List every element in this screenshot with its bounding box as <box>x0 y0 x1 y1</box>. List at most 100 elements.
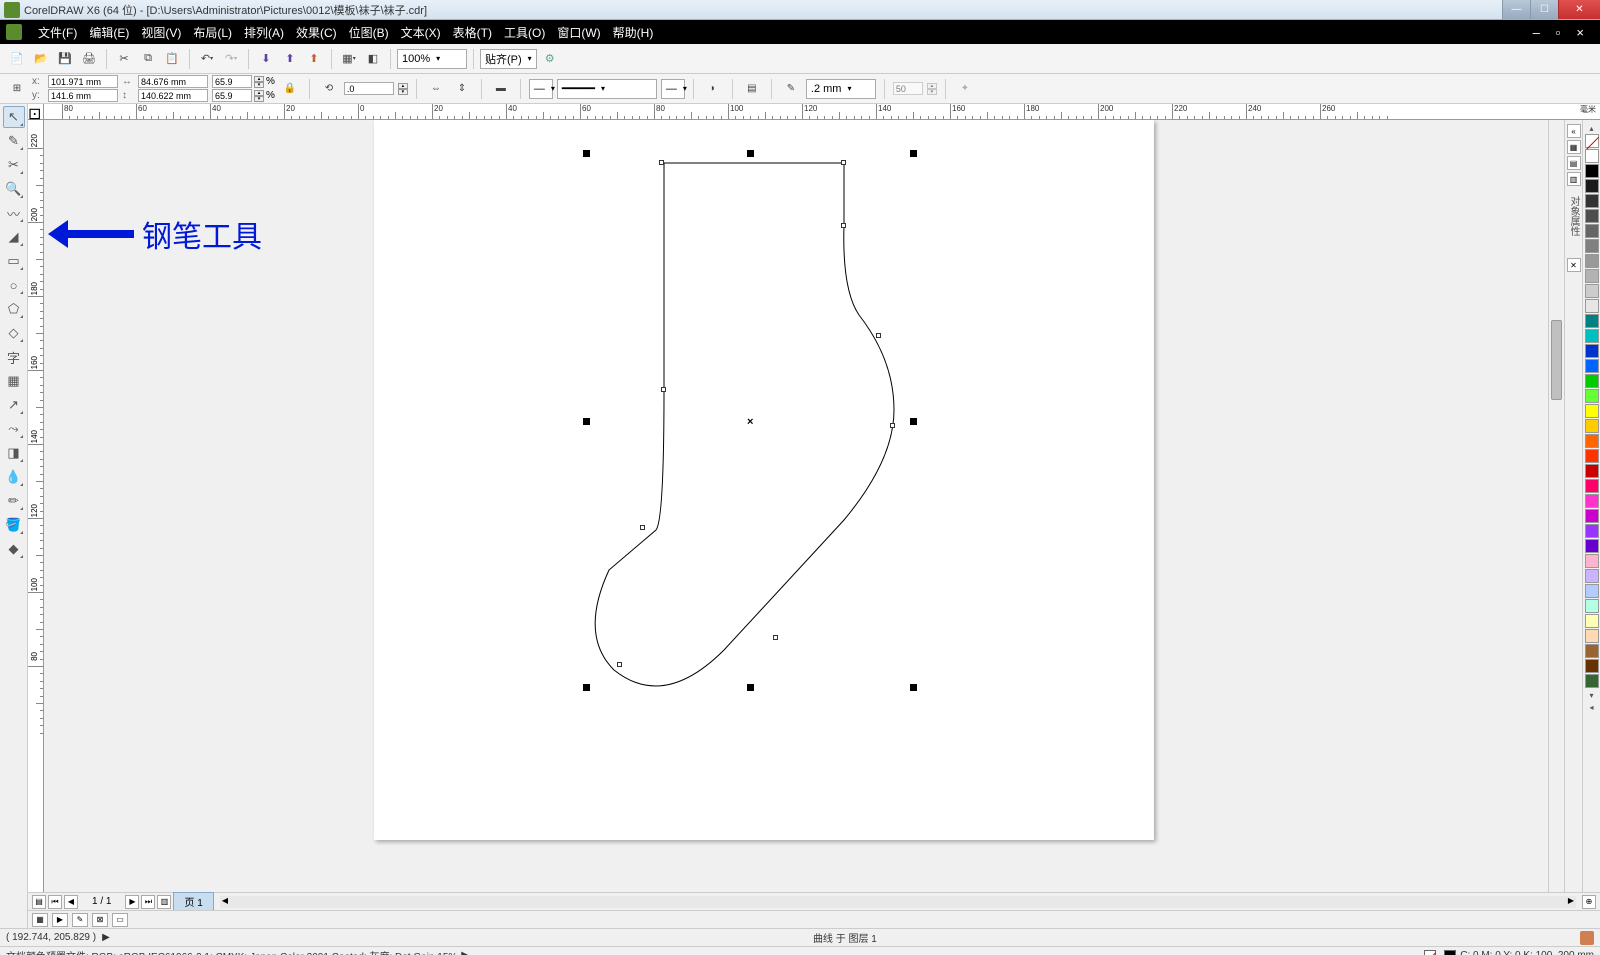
canvas[interactable]: × 钢笔工具 <box>44 120 1548 892</box>
basic-shapes-tool[interactable]: ◇ <box>3 322 25 344</box>
menu-window[interactable]: 窗口(W) <box>551 24 606 41</box>
paste-button[interactable]: 📋 <box>161 48 183 70</box>
prev-page-button[interactable]: ◀ <box>64 895 78 909</box>
view-button-1[interactable]: ▦ <box>32 913 48 927</box>
color-swatch[interactable] <box>1585 449 1599 463</box>
interactive-tool[interactable]: ◨ <box>3 442 25 464</box>
page-tab-1[interactable]: 页 1 <box>173 892 213 911</box>
last-page-button[interactable]: ⏭ <box>141 895 155 909</box>
convert-to-curves-button[interactable]: ✦ <box>954 78 976 100</box>
text-tool[interactable]: 字 <box>3 346 25 368</box>
color-swatch[interactable] <box>1585 419 1599 433</box>
copies-field[interactable]: 50 <box>893 82 923 95</box>
scale-x-field[interactable]: 65.9 <box>212 75 252 88</box>
dimension-tool[interactable]: ↗ <box>3 394 25 416</box>
menu-file[interactable]: 文件(F) <box>32 24 83 41</box>
docker-expand-button[interactable]: « <box>1567 124 1581 138</box>
curve-node[interactable] <box>890 423 895 428</box>
close-button[interactable]: ✕ <box>1558 0 1600 19</box>
color-swatch[interactable] <box>1585 614 1599 628</box>
color-swatch[interactable] <box>1585 359 1599 373</box>
vertical-ruler[interactable]: 22020018016014012010080 <box>28 120 44 892</box>
outline-indicator[interactable] <box>1444 950 1456 955</box>
curve-node[interactable] <box>773 635 778 640</box>
menu-bitmap[interactable]: 位图(B) <box>343 24 395 41</box>
color-swatch[interactable] <box>1585 479 1599 493</box>
outline-width-combo[interactable]: .2 mm▾ <box>806 79 876 99</box>
color-swatch[interactable] <box>1585 674 1599 688</box>
color-swatch[interactable] <box>1585 434 1599 448</box>
zoom-tool[interactable]: 🔍 <box>3 178 25 200</box>
interactive-fill-tool[interactable]: ◆ <box>3 538 25 560</box>
ruler-origin[interactable]: ⊡ <box>28 104 44 120</box>
palette-flyout-button[interactable]: ◂ <box>1585 701 1599 713</box>
horizontal-scrollbar[interactable]: ◀ ▶ <box>220 896 1576 908</box>
view-button-2[interactable]: ▶ <box>52 913 68 927</box>
view-button-3[interactable]: ✎ <box>72 913 88 927</box>
lock-ratio-button[interactable]: 🔒 <box>279 78 301 100</box>
zoom-combo[interactable]: 100%▾ <box>397 49 467 69</box>
minimize-button[interactable]: — <box>1502 0 1530 19</box>
nav-button[interactable]: ⊕ <box>1582 895 1596 909</box>
menu-edit[interactable]: 编辑(E) <box>83 24 135 41</box>
first-page-button[interactable]: ⏮ <box>48 895 62 909</box>
palette-down-button[interactable]: ▾ <box>1585 689 1599 701</box>
y-position-field[interactable]: 141.6 mm <box>48 89 118 102</box>
save-button[interactable]: 💾 <box>54 48 76 70</box>
snap-combo[interactable]: 贴齐(P)▾ <box>480 49 537 69</box>
docker-label[interactable]: 对象属性 <box>1566 196 1581 236</box>
color-swatch[interactable] <box>1585 314 1599 328</box>
redo-button[interactable]: ↷▾ <box>220 48 242 70</box>
selection-center[interactable]: × <box>747 416 753 428</box>
color-swatch[interactable] <box>1585 569 1599 583</box>
color-swatch[interactable] <box>1585 644 1599 658</box>
rectangle-tool[interactable]: ▭ <box>3 250 25 272</box>
curve-node[interactable] <box>659 160 664 165</box>
selection-handle-ne[interactable] <box>910 150 917 157</box>
menu-view[interactable]: 视图(V) <box>135 24 187 41</box>
color-swatch[interactable] <box>1585 494 1599 508</box>
selection-handle-n[interactable] <box>747 150 754 157</box>
curve-node[interactable] <box>841 160 846 165</box>
table-tool[interactable]: ▦ <box>3 370 25 392</box>
color-swatch[interactable] <box>1585 509 1599 523</box>
menu-effects[interactable]: 效果(C) <box>290 24 343 41</box>
add-page-after-button[interactable]: ▥ <box>157 895 171 909</box>
curve-node[interactable] <box>876 333 881 338</box>
wrap-text-button[interactable]: ◗ <box>702 78 724 100</box>
scale-y-field[interactable]: 65.9 <box>212 89 252 102</box>
options-button[interactable]: ⚙ <box>539 48 561 70</box>
freehand-tool[interactable]: 〰 <box>3 202 25 224</box>
line-start-combo[interactable]: —▾ <box>529 79 553 99</box>
welcome-button[interactable]: ◧ <box>362 48 384 70</box>
menu-tools[interactable]: 工具(O) <box>498 24 551 41</box>
menu-arrange[interactable]: 排列(A) <box>238 24 290 41</box>
docker-close-button[interactable]: ✕ <box>1567 258 1581 272</box>
copy-button[interactable]: ⧉ <box>137 48 159 70</box>
crop-tool[interactable]: ✂ <box>3 154 25 176</box>
open-button[interactable]: 📂 <box>30 48 52 70</box>
color-swatch[interactable] <box>1585 179 1599 193</box>
x-position-field[interactable]: 101.971 mm <box>48 75 118 88</box>
eyedropper-tool[interactable]: 💧 <box>3 466 25 488</box>
import-button[interactable]: ⬇ <box>255 48 277 70</box>
color-swatch[interactable] <box>1585 554 1599 568</box>
selection-handle-se[interactable] <box>910 684 917 691</box>
add-page-button[interactable]: ▤ <box>32 895 46 909</box>
shape-tool[interactable]: ✎ <box>3 130 25 152</box>
color-swatch[interactable] <box>1585 224 1599 238</box>
height-field[interactable]: 140.622 mm <box>138 89 208 102</box>
smart-fill-tool[interactable]: ◢ <box>3 226 25 248</box>
sock-curve-object[interactable] <box>584 150 944 730</box>
docker-button-1[interactable]: ▦ <box>1567 140 1581 154</box>
color-swatch[interactable] <box>1585 239 1599 253</box>
color-swatch[interactable] <box>1585 344 1599 358</box>
selection-handle-s[interactable] <box>747 684 754 691</box>
menu-help[interactable]: 帮助(H) <box>607 24 660 41</box>
connector-tool[interactable]: ⤳ <box>3 418 25 440</box>
app-launcher-button[interactable]: ▦▾ <box>338 48 360 70</box>
palette-up-button[interactable]: ▴ <box>1585 122 1599 134</box>
mdi-close-button[interactable]: × <box>1570 25 1590 40</box>
mdi-minimize-button[interactable]: – <box>1527 25 1546 40</box>
menu-text[interactable]: 文本(X) <box>395 24 447 41</box>
